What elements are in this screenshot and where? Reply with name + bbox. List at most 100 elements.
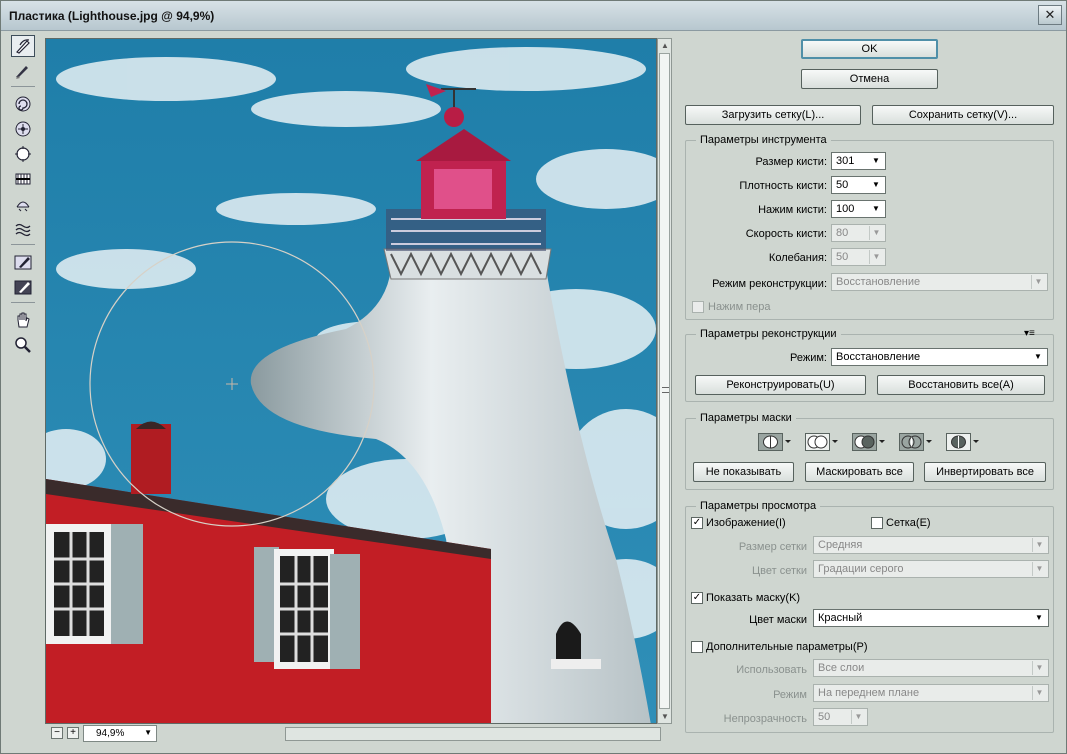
panel-menu-icon[interactable]: ▾≡ <box>1024 328 1035 339</box>
reconstruct-mode-select-2[interactable]: Восстановление ▼ <box>831 348 1048 366</box>
forward-warp-icon <box>16 39 30 54</box>
stylus-pressure-label: Нажим пера <box>708 301 771 313</box>
brush-size-field[interactable]: 301 ▼ <box>831 152 886 170</box>
reconstruct-tool[interactable] <box>11 60 35 82</box>
zoom-in-button[interactable]: + <box>67 727 79 739</box>
show-mesh-label: Сетка(E) <box>886 517 931 529</box>
freeze-mask-tool[interactable] <box>11 251 35 273</box>
invert-all-button[interactable]: Инвертировать все <box>924 462 1046 482</box>
brush-density-value: 50 <box>836 179 849 191</box>
hand-tool[interactable] <box>11 309 35 331</box>
reconstruct-mode-select: Восстановление ▼ <box>831 273 1048 291</box>
turbulent-jitter-value: 50 <box>836 251 849 263</box>
toolbox-divider <box>11 244 35 245</box>
mask-none-button[interactable]: Не показывать <box>693 462 794 482</box>
reconstruct-mode-label-2: Режим: <box>790 352 827 364</box>
scroll-up-icon[interactable]: ▲ <box>661 41 669 50</box>
mask-replace-button[interactable] <box>758 433 792 451</box>
push-left-icon <box>15 173 31 185</box>
backdrop-mode-select: На переднем плане ▼ <box>813 684 1049 702</box>
twirl-tool[interactable] <box>11 93 35 115</box>
mask-add-button[interactable] <box>805 433 839 451</box>
checkmark-icon: ✓ <box>692 517 702 528</box>
mask-replace-icon <box>758 433 791 451</box>
stylus-pressure-checkbox <box>692 301 704 313</box>
show-image-label: Изображение(I) <box>706 517 786 529</box>
chevron-down-icon: ▼ <box>872 204 880 213</box>
vertical-scrollbar[interactable]: ▲ ▼ <box>657 38 672 724</box>
mesh-size-label: Размер сетки <box>738 541 807 553</box>
tool-options-legend: Параметры инструмента <box>696 134 831 146</box>
brush-pressure-value: 100 <box>836 203 855 215</box>
preview-canvas[interactable] <box>45 38 657 724</box>
save-mesh-button[interactable]: Сохранить сетку(V)... <box>872 105 1054 125</box>
brush-density-field[interactable]: 50 ▼ <box>831 176 886 194</box>
mask-subtract-icon <box>852 433 885 451</box>
mask-color-label: Цвет маски <box>749 614 807 626</box>
reconstruct-button[interactable]: Реконструировать(U) <box>695 375 866 395</box>
cancel-button[interactable]: Отмена <box>801 69 938 89</box>
mesh-size-select: Средняя ▼ <box>813 536 1049 554</box>
chevron-down-icon: ▼ <box>1034 352 1042 361</box>
zoom-out-button[interactable]: − <box>51 727 63 739</box>
close-button[interactable]: ✕ <box>1038 5 1062 25</box>
show-mask-checkbox[interactable]: ✓ <box>691 592 703 604</box>
lighthouse-image <box>46 39 656 723</box>
liquify-dialog: Пластика (Lighthouse.jpg @ 94,9%) ✕ ▲ ▼ … <box>0 0 1067 754</box>
ok-button[interactable]: OK <box>801 39 938 59</box>
reconstruct-mode-value-2: Восстановление <box>836 351 921 363</box>
toolbox-divider <box>11 302 35 303</box>
chevron-down-icon: ▼ <box>1032 562 1046 576</box>
toolbox-divider <box>11 86 35 87</box>
mask-intersect-button[interactable] <box>899 433 933 451</box>
mask-invert-button[interactable] <box>946 433 980 451</box>
reconstruct-options-legend: Параметры реконструкции <box>696 328 841 340</box>
chevron-down-icon: ▼ <box>869 250 883 264</box>
hand-icon <box>17 312 30 328</box>
show-mask-label: Показать маску(K) <box>706 592 801 604</box>
bloat-tool[interactable] <box>11 143 35 165</box>
mask-subtract-button[interactable] <box>852 433 886 451</box>
thaw-mask-icon <box>14 280 32 295</box>
show-mesh-checkbox[interactable] <box>871 517 883 529</box>
brush-rate-field: 80 ▼ <box>831 224 886 242</box>
toolbox <box>11 35 37 359</box>
zoom-icon <box>15 337 31 353</box>
mirror-tool[interactable] <box>11 193 35 215</box>
load-mesh-button[interactable]: Загрузить сетку(L)... <box>685 105 861 125</box>
use-layers-select: Все слои ▼ <box>813 659 1049 677</box>
view-options-legend: Параметры просмотра <box>696 500 821 512</box>
pucker-icon <box>15 121 31 137</box>
chevron-down-icon: ▼ <box>872 156 880 165</box>
show-image-checkbox[interactable]: ✓ <box>691 517 703 529</box>
zoom-tool[interactable] <box>11 334 35 356</box>
mask-all-button[interactable]: Маскировать все <box>805 462 914 482</box>
forward-warp-tool[interactable] <box>11 35 35 57</box>
reconstruct-icon <box>16 66 28 79</box>
use-layers-value: Все слои <box>818 662 865 674</box>
chevron-down-icon: ▼ <box>1032 661 1046 675</box>
mask-color-select[interactable]: Красный ▼ <box>813 609 1049 627</box>
mask-invert-icon <box>946 433 979 451</box>
turbulence-tool[interactable] <box>11 218 35 240</box>
horizontal-scrollbar[interactable] <box>285 727 661 741</box>
thaw-mask-tool[interactable] <box>11 276 35 298</box>
pucker-tool[interactable] <box>11 118 35 140</box>
reconstruct-mode-value: Восстановление <box>836 276 921 288</box>
show-backdrop-checkbox[interactable] <box>691 641 703 653</box>
push-left-tool[interactable] <box>11 168 35 190</box>
restore-all-button[interactable]: Восстановить все(A) <box>877 375 1045 395</box>
mask-intersect-icon <box>899 433 932 451</box>
freeze-mask-icon <box>14 255 32 270</box>
brush-pressure-field[interactable]: 100 ▼ <box>831 200 886 218</box>
mesh-size-value: Средняя <box>818 539 863 551</box>
zoom-level-value: 94,9% <box>96 728 125 739</box>
mask-color-value: Красный <box>818 612 863 624</box>
opacity-value: 50 <box>818 711 831 723</box>
checkmark-icon: ✓ <box>692 592 702 603</box>
scroll-thumb[interactable] <box>659 53 670 709</box>
turbulent-jitter-label: Колебания: <box>768 252 827 264</box>
title-bar: Пластика (Lighthouse.jpg @ 94,9%) ✕ <box>1 1 1066 31</box>
scroll-down-icon[interactable]: ▼ <box>661 712 669 721</box>
zoom-level-select[interactable]: 94,9% ▼ <box>83 725 157 742</box>
